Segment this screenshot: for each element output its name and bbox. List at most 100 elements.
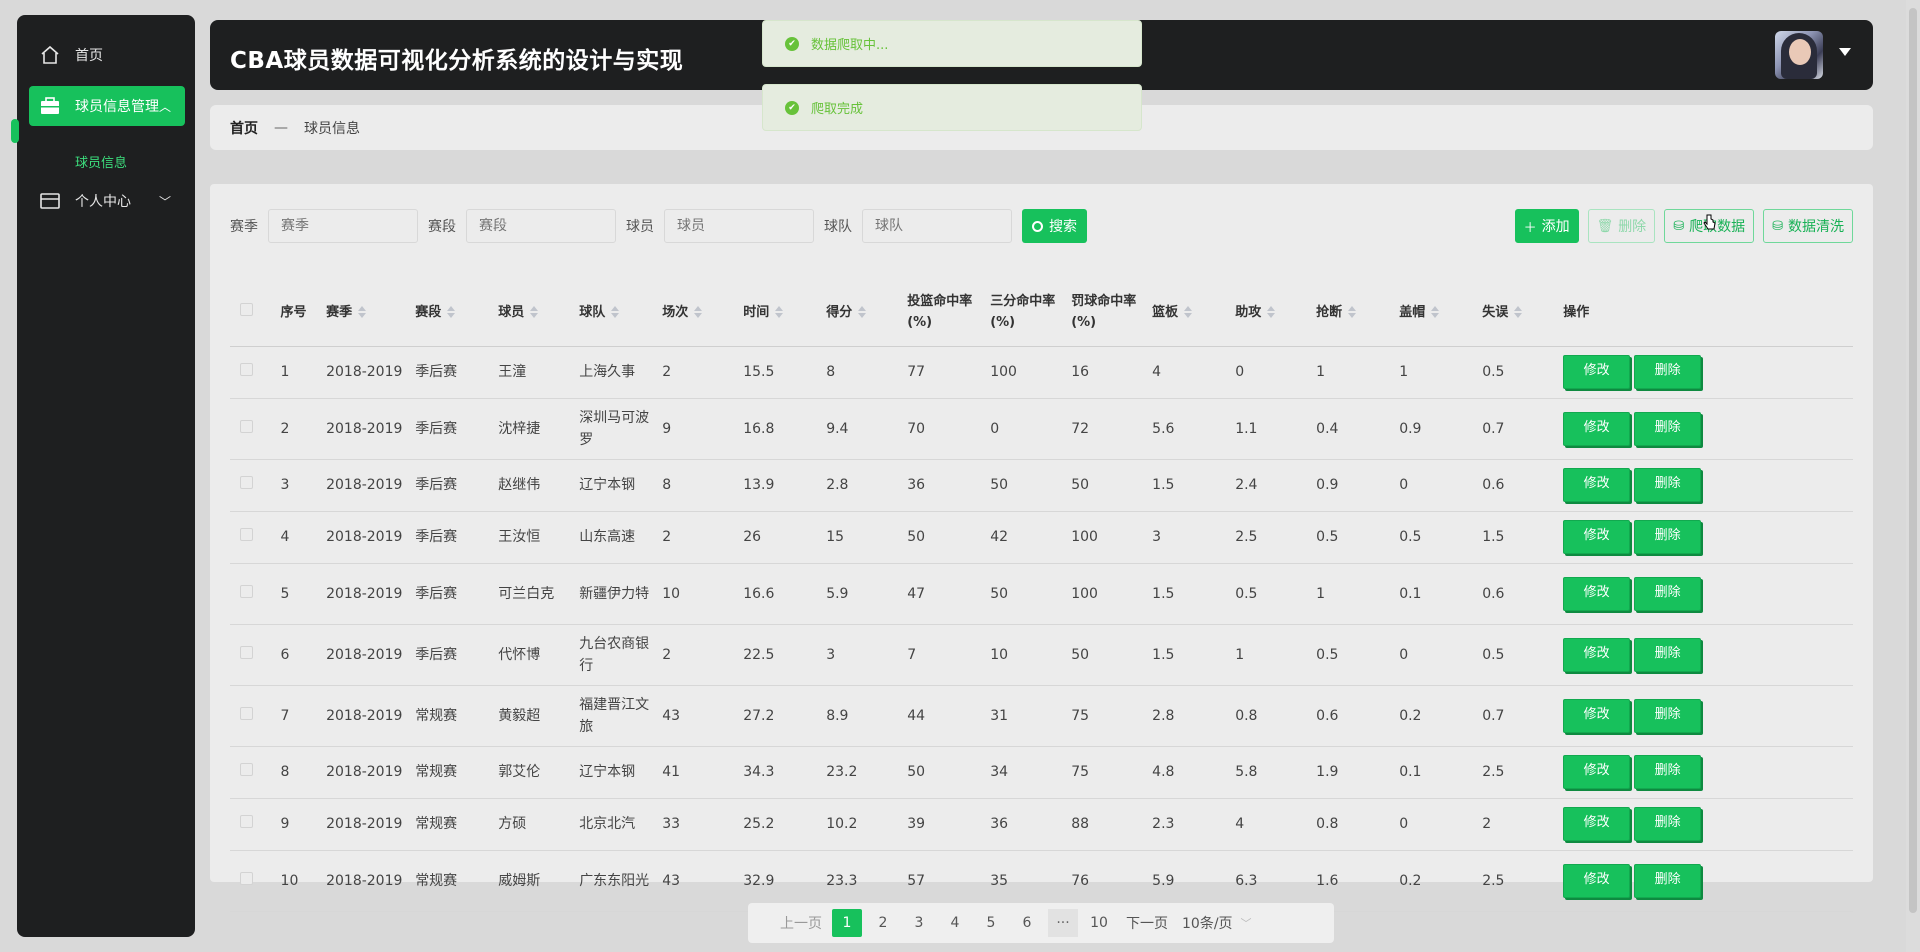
caret-down-icon[interactable] — [1839, 48, 1851, 56]
page-scrollbar[interactable] — [1906, 0, 1920, 952]
toast-crawling: ✔ 数据爬取中... — [762, 20, 1142, 67]
row-checkbox-cell[interactable] — [230, 563, 275, 625]
col-header[interactable]: 罚球命中率(%) — [1065, 279, 1147, 347]
edit-button[interactable]: 修改 — [1563, 520, 1631, 554]
row-checkbox[interactable] — [240, 706, 253, 720]
col-header[interactable]: 时间 — [737, 279, 821, 347]
page-button[interactable]: 3 — [904, 909, 934, 937]
col-header[interactable]: 投篮命中率(%) — [901, 279, 985, 347]
stage-input[interactable] — [466, 209, 616, 243]
delete-row-button[interactable]: 删除 — [1634, 520, 1702, 554]
row-checkbox-cell[interactable] — [230, 746, 275, 799]
sidebar-subitem-player-info[interactable]: 球员信息 — [75, 152, 127, 171]
delete-row-button[interactable]: 删除 — [1634, 411, 1702, 446]
row-checkbox[interactable] — [240, 584, 253, 598]
table-row: 10 2018-2019 常规赛 威姆斯 广东东阳光 43 32.9 23.3 57 35 76 5.… — [230, 850, 1853, 912]
page-button[interactable]: 5 — [976, 909, 1006, 937]
delete-row-button[interactable]: 删除 — [1634, 576, 1702, 611]
table-cell: 77 — [901, 346, 985, 399]
table-cell: 2018-2019 — [320, 511, 410, 564]
row-checkbox-cell[interactable] — [230, 850, 275, 912]
search-button[interactable]: 搜索 — [1022, 209, 1087, 243]
data-clean-button[interactable]: ⛁ 数据清洗 — [1763, 209, 1853, 243]
row-checkbox[interactable] — [240, 528, 253, 541]
breadcrumb-home[interactable]: 首页 — [230, 118, 258, 138]
row-checkbox[interactable] — [240, 476, 253, 489]
season-input[interactable] — [268, 209, 418, 243]
col-header[interactable]: 失误 — [1476, 279, 1558, 347]
page-button[interactable]: 6 — [1012, 909, 1042, 937]
avatar[interactable] — [1775, 31, 1823, 79]
page-size-value: 10条/页 — [1182, 916, 1233, 932]
col-header[interactable]: 得分 — [820, 279, 902, 347]
sidebar-item-home[interactable]: 首页 — [29, 35, 185, 75]
add-button[interactable]: ＋ 添加 — [1514, 209, 1579, 243]
edit-button[interactable]: 修改 — [1563, 576, 1631, 611]
col-header[interactable]: 盖帽 — [1393, 279, 1477, 347]
edit-button[interactable]: 修改 — [1563, 468, 1631, 502]
delete-row-button[interactable]: 删除 — [1634, 807, 1702, 841]
table-cell: 10 — [656, 563, 738, 625]
col-header[interactable]: 球队 — [573, 279, 657, 347]
edit-button[interactable]: 修改 — [1563, 698, 1631, 733]
delete-row-button[interactable]: 删除 — [1634, 355, 1702, 389]
row-checkbox[interactable] — [240, 645, 253, 659]
page-button[interactable]: 1 — [832, 909, 862, 937]
edit-button[interactable]: 修改 — [1563, 637, 1631, 672]
col-header[interactable]: 赛段 — [409, 279, 493, 347]
row-checkbox-cell[interactable] — [230, 511, 275, 564]
col-header[interactable]: 助攻 — [1229, 279, 1311, 347]
prev-page-button[interactable]: 上一页 — [780, 909, 822, 937]
page-button[interactable]: 4 — [940, 909, 970, 937]
scrollbar-thumb[interactable] — [1909, 8, 1917, 913]
row-checkbox-cell[interactable] — [230, 398, 275, 460]
row-checkbox-cell[interactable] — [230, 459, 275, 512]
row-checkbox[interactable] — [240, 763, 253, 776]
table-cell: 0.5 — [1229, 563, 1311, 625]
edit-button[interactable]: 修改 — [1563, 411, 1631, 446]
table-cell: 2018-2019 — [320, 798, 410, 851]
table-cell: 23.3 — [820, 850, 902, 912]
sidebar-item-player-management[interactable]: 球员信息管理 ︿ — [29, 86, 185, 126]
delete-row-button[interactable]: 删除 — [1634, 698, 1702, 733]
row-checkbox[interactable] — [240, 815, 253, 828]
team-input[interactable] — [862, 209, 1012, 243]
sidebar-item-personal-center[interactable]: 个人中心 ﹀ — [29, 181, 185, 221]
row-checkbox-cell[interactable] — [230, 346, 275, 399]
row-checkbox-cell[interactable] — [230, 685, 275, 747]
col-header[interactable]: 篮板 — [1146, 279, 1230, 347]
delete-row-button[interactable]: 删除 — [1634, 755, 1702, 789]
page-size-select[interactable]: 10条/页 ﹀ — [1182, 913, 1252, 933]
table-cell: 26 — [737, 511, 821, 564]
delete-row-button[interactable]: 删除 — [1634, 863, 1702, 898]
row-checkbox[interactable] — [240, 871, 253, 885]
row-checkbox-cell[interactable] — [230, 798, 275, 851]
player-input[interactable] — [664, 209, 814, 243]
bulk-delete-button[interactable]: 🗑 删除 — [1587, 209, 1656, 243]
row-checkbox[interactable] — [240, 419, 253, 433]
delete-row-button[interactable]: 删除 — [1634, 637, 1702, 672]
table-cell: 13.9 — [737, 459, 821, 512]
page-button[interactable]: 2 — [868, 909, 898, 937]
delete-row-button[interactable]: 删除 — [1634, 468, 1702, 502]
sidebar-item-label: 首页 — [75, 48, 103, 64]
row-actions: 修改 删除 — [1557, 511, 1853, 564]
select-all-checkbox-cell[interactable] — [230, 279, 275, 347]
col-header[interactable]: 球员 — [492, 279, 574, 347]
page-button[interactable]: 10 — [1084, 909, 1114, 937]
col-header[interactable]: 赛季 — [320, 279, 410, 347]
next-page-button[interactable]: 下一页 — [1126, 909, 1168, 937]
edit-button[interactable]: 修改 — [1563, 807, 1631, 841]
chevron-down-icon: ﹀ — [1240, 917, 1252, 930]
more-pages-button[interactable]: ··· — [1048, 909, 1078, 937]
row-checkbox-cell[interactable] — [230, 624, 275, 686]
select-all-checkbox[interactable] — [240, 302, 253, 316]
edit-button[interactable]: 修改 — [1563, 863, 1631, 898]
row-checkbox[interactable] — [240, 363, 253, 376]
edit-button[interactable]: 修改 — [1563, 355, 1631, 389]
col-header[interactable]: 抢断 — [1310, 279, 1394, 347]
edit-button[interactable]: 修改 — [1563, 755, 1631, 789]
col-header[interactable]: 三分命中率(%) — [984, 279, 1066, 347]
table-cell: 2 — [656, 624, 738, 686]
col-header[interactable]: 场次 — [656, 279, 738, 347]
